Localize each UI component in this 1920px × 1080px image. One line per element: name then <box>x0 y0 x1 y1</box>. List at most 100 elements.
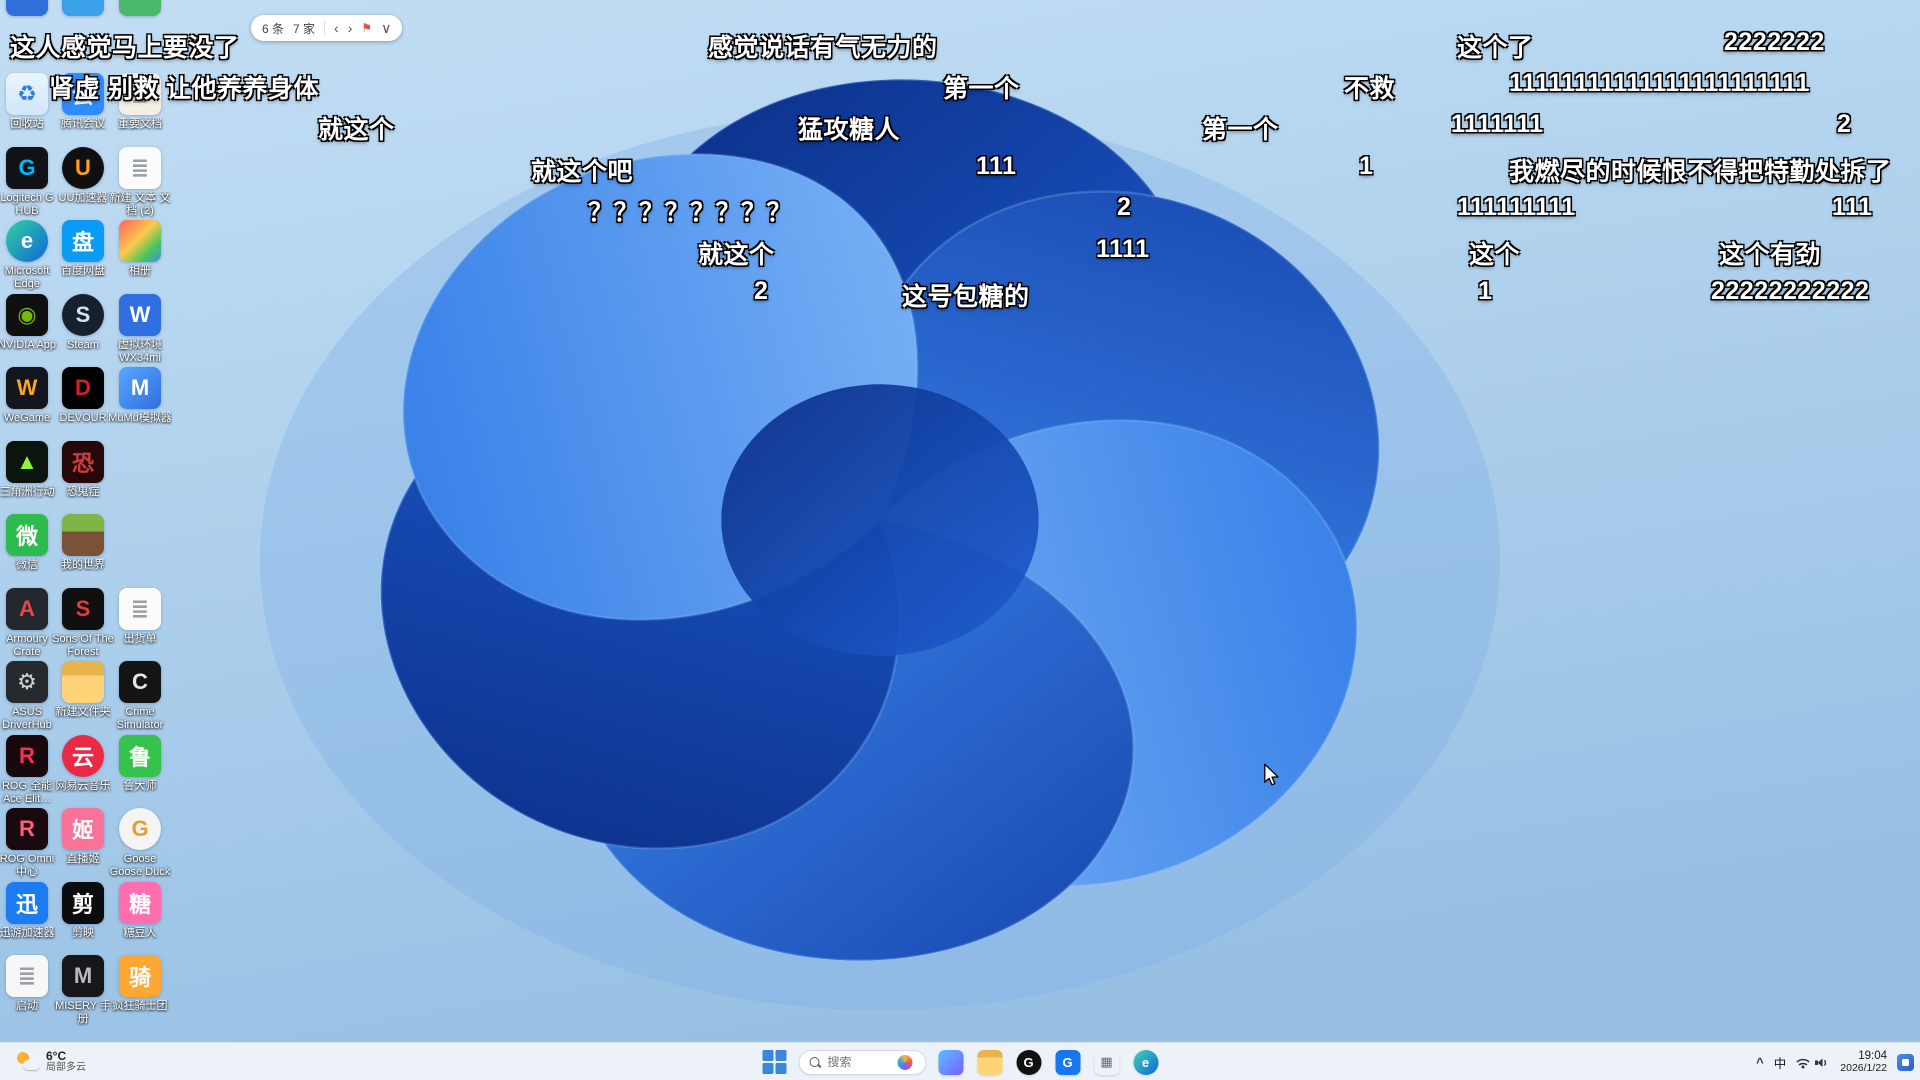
desktop-icon-label: 直播姬 <box>66 853 100 865</box>
ai-assistant-button[interactable] <box>936 1047 966 1077</box>
desktop-icon-important-doc[interactable]: ≣ 重要文档 <box>108 73 172 131</box>
desktop-icon-jianying[interactable]: 剪剪映 <box>51 881 115 940</box>
desktop-icon-netease-music[interactable]: 云网易云音乐 <box>51 734 115 793</box>
delta-force-glyph: ▲ <box>16 448 38 474</box>
goose-goose-duck-icon: G <box>119 808 161 850</box>
important-doc-glyph: ≣ <box>130 81 150 106</box>
phasmophobia-glyph: 恐 <box>71 450 94 476</box>
desktop-icon-crime-simulator[interactable]: C Crime Simulator <box>108 661 172 732</box>
wegame-glyph: W <box>16 375 38 400</box>
ime-indicator[interactable]: 中 <box>1774 1053 1787 1072</box>
desktop-icon-label: DEVOUR <box>59 412 107 424</box>
grey-grid-app-button[interactable]: ▦ <box>1092 1047 1122 1077</box>
desktop-icon-photo-album[interactable]: 相册 <box>108 220 172 278</box>
taskbar-center: G G ▦ e <box>760 1043 1161 1080</box>
goose-goose-duck-glyph: G <box>131 816 149 841</box>
tray-time: 19:04 <box>1858 1050 1887 1062</box>
desktop-icon-label: 腾讯会议 <box>61 118 105 130</box>
ludashi-icon: 鲁 <box>119 734 161 777</box>
weather-icon <box>16 1051 40 1073</box>
search-box[interactable] <box>798 1049 927 1075</box>
desktop-icon-minecraft[interactable]: 我的世界 <box>51 514 115 572</box>
baidu-netdisk-glyph: 盘 <box>71 230 94 255</box>
dark-g-app-button[interactable]: G <box>1014 1047 1044 1077</box>
jianying-glyph: 剪 <box>71 891 94 917</box>
desktop-icon-label: 鲁大师 <box>123 779 157 792</box>
microsoft-edge-button[interactable]: e <box>1131 1047 1161 1077</box>
desktop-icon-partial[interactable] <box>119 0 161 16</box>
mumu-emulator-glyph: M <box>130 375 150 400</box>
desktop-icon-label: 新建 文本 文档 (2) <box>109 191 171 217</box>
file-explorer-button[interactable] <box>975 1047 1005 1077</box>
desktop-icon-bili-livehime[interactable]: 姬直播姬 <box>51 808 115 866</box>
phasmophobia-icon: 恐 <box>62 440 104 483</box>
network-volume-icons[interactable] <box>1796 1055 1830 1070</box>
qidong-doc-icon: ≣ <box>6 955 48 997</box>
windows-logo-icon <box>762 1050 787 1075</box>
logitech-ghub-icon: G <box>6 146 48 189</box>
chevron-down-icon[interactable]: ∨ <box>381 21 391 35</box>
jianying-icon: 剪 <box>62 881 104 924</box>
desktop-icon-phasmophobia[interactable]: 恐恐鬼症 <box>51 440 115 499</box>
prev-button[interactable]: ‹ <box>334 21 339 35</box>
blue-g-app-button[interactable]: G <box>1053 1047 1083 1077</box>
notification-badge[interactable] <box>1897 1053 1914 1071</box>
wechat-icon: 微 <box>6 514 48 556</box>
desktop-icon-wx34mi-tool[interactable]: W 虚拟环境 WX34mi <box>108 293 172 365</box>
flag-icon[interactable]: ⚑ <box>361 21 372 35</box>
weather-widget[interactable]: 6°C 局部多云 <box>8 1043 94 1080</box>
desktop-icon-uu-booster[interactable]: U UU加速器 <box>51 146 115 205</box>
desktop-icon-sons-of-the-forest[interactable]: S Sons Of The Forest <box>51 587 115 659</box>
start-button[interactable] <box>760 1047 790 1077</box>
desktop-icon-baidu-netdisk[interactable]: 盘百度网盘 <box>51 220 115 278</box>
shipping-doc-icon: ≣ <box>119 587 161 630</box>
desktop-icon-tencent-meeting[interactable]: 会腾讯会议 <box>51 73 115 131</box>
danmaku-control-bar[interactable]: 6 条 7 家 ‹ › ⚑ ∨ <box>251 15 403 41</box>
desktop-icon-partial[interactable] <box>6 0 48 16</box>
desktop-icon-label: MISERY 手册 <box>55 1000 111 1025</box>
desktop-icon-misery-manual[interactable]: M MISERY 手册 <box>51 955 115 1026</box>
desktop-icon-label: Crime Simulator <box>116 706 164 731</box>
desktop-icon-ludashi[interactable]: 鲁鲁大师 <box>108 734 172 793</box>
rog-omni-icon: R <box>6 808 48 850</box>
nvidia-app-icon: ◉ <box>6 293 48 336</box>
desktop-icon-crazy-knights[interactable]: 骑疯狂骑士团 <box>108 955 172 1013</box>
desktop-icon-steam[interactable]: S Steam <box>51 293 115 352</box>
desktop-icon-shipping-doc[interactable]: ≣ 出货单 <box>108 587 172 646</box>
desktop-icon-label: UU加速器 <box>58 191 108 204</box>
fall-guys-glyph: 糖 <box>128 891 151 917</box>
devour-icon: D <box>62 367 104 409</box>
armoury-crate-icon: A <box>6 587 48 630</box>
new-text-doc-glyph: ≣ <box>130 154 150 180</box>
weather-condition: 局部多云 <box>46 1062 86 1073</box>
divider <box>324 21 326 35</box>
clock[interactable]: 19:04 2026/1/22 <box>1840 1050 1887 1074</box>
desktop-icon-new-text-doc[interactable]: ≣ 新建 文本 文档 (2) <box>108 146 172 218</box>
next-button[interactable]: › <box>348 21 353 35</box>
file-explorer-icon <box>977 1049 1002 1075</box>
microsoft-edge-icon: e <box>6 220 48 262</box>
desktop-icon-label: 重要文档 <box>118 118 162 130</box>
desktop-icon-devour[interactable]: D DEVOUR <box>51 367 115 425</box>
desktop-icon-label: 新建文件夹 <box>55 706 111 718</box>
desktop-icon-mumu-emulator[interactable]: M MuMu模拟器 <box>108 367 172 425</box>
misery-manual-glyph: M <box>73 963 93 988</box>
tray-overflow-chevron[interactable]: ^ <box>1756 1055 1764 1070</box>
taskbar-apps: G G ▦ e <box>936 1047 1161 1077</box>
tray-date: 2026/1/22 <box>1840 1062 1887 1074</box>
desktop-icon-fall-guys[interactable]: 糖糖豆人 <box>108 881 172 940</box>
desktop-icon-partial[interactable] <box>62 0 104 16</box>
crazy-knights-icon: 骑 <box>119 955 161 997</box>
wx34mi-tool-icon: W <box>119 293 161 336</box>
sons-of-the-forest-icon: S <box>62 587 104 630</box>
qidong-doc-glyph: ≣ <box>17 963 37 988</box>
desktop-icon-label: MuMu模拟器 <box>108 412 172 424</box>
search-input[interactable] <box>827 1055 892 1069</box>
desktop-icon-new-folder[interactable]: 新建文件夹 <box>51 661 115 719</box>
weather-temp: 6°C <box>46 1049 67 1063</box>
desktop-icon-label: Goose Goose Duck <box>109 853 171 878</box>
steam-icon: S <box>62 293 104 336</box>
desktop-icon-label: 出货单 <box>123 632 157 645</box>
ai-assistant-icon <box>938 1049 963 1075</box>
desktop-icon-goose-goose-duck[interactable]: G Goose Goose Duck <box>108 808 172 879</box>
